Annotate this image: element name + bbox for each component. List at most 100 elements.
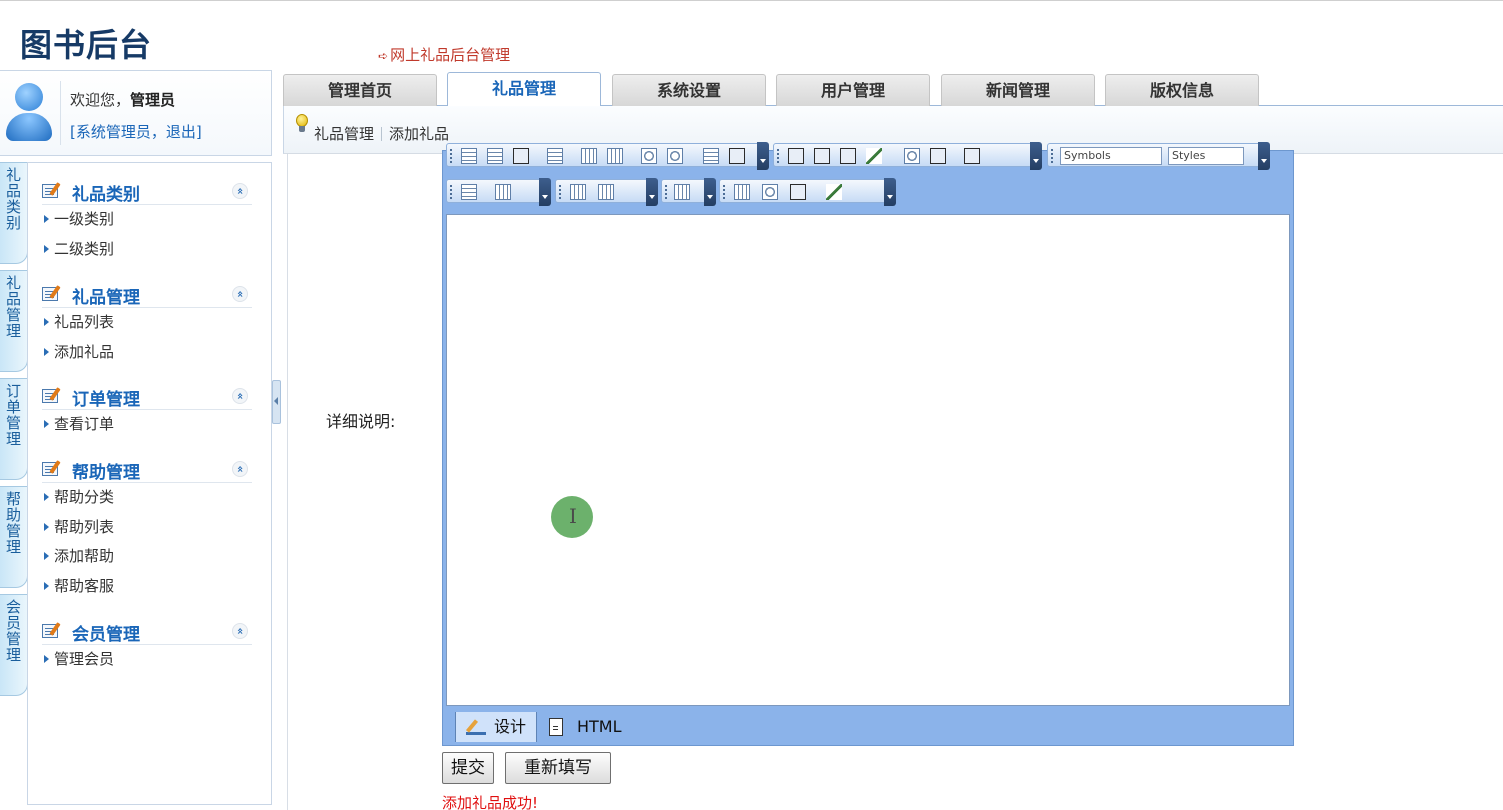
sidebar-item-level2-category[interactable]: 二级类别 [42, 235, 252, 265]
user-avatar-icon [6, 83, 52, 141]
menu-group-header[interactable]: 礼品类别 « [42, 175, 252, 205]
tab-user-management[interactable]: 用户管理 [776, 74, 930, 106]
insert-row-icon[interactable] [570, 184, 586, 200]
success-message: 添加礼品成功! [442, 794, 539, 810]
toolbar-overflow-icon[interactable] [1030, 142, 1042, 170]
cut-icon[interactable] [703, 148, 719, 164]
reset-button[interactable]: 重新填写 [505, 752, 611, 784]
notepad-edit-icon [42, 182, 62, 198]
preview-icon[interactable] [762, 184, 778, 200]
paste-text-icon[interactable] [814, 148, 830, 164]
main-tabs: 管理首页 礼品管理 系统设置 用户管理 新闻管理 版权信息 [283, 72, 1503, 107]
mouse-cursor-icon [551, 496, 593, 538]
paragraph-icon[interactable] [461, 184, 477, 200]
menu-group-title: 帮助管理 [72, 463, 140, 483]
vtab-member-management[interactable]: 会员管理 [0, 594, 28, 696]
toolbar-overflow-icon[interactable] [884, 178, 896, 206]
sidebar-item-view-orders[interactable]: 查看订单 [42, 410, 252, 440]
sidebar-item-add-help[interactable]: 添加帮助 [42, 542, 252, 572]
image-icon[interactable] [964, 148, 980, 164]
vtab-gift-category[interactable]: 礼品类别 [0, 162, 28, 264]
admin-page: 图书后台 ➪ 网上礼品后台管理 欢迎您，管理员 [系统管理员，退出] 管理首页 礼… [0, 0, 1503, 810]
tab-news-management[interactable]: 新闻管理 [941, 74, 1095, 106]
sidebar-item-help-list[interactable]: 帮助列表 [42, 513, 252, 543]
align-right-icon[interactable] [487, 148, 503, 164]
tab-copyright[interactable]: 版权信息 [1105, 74, 1259, 106]
menu-group-order-management: 订单管理 « 查看订单 [42, 380, 252, 440]
welcome-prefix: 欢迎您， [70, 91, 131, 109]
collapse-icon[interactable]: « [232, 286, 248, 302]
html-mode-tab[interactable]: HTML [539, 712, 639, 742]
delete-icon[interactable] [866, 148, 882, 164]
toolbar-group-format [446, 142, 769, 170]
spellcheck-icon[interactable] [826, 184, 842, 200]
copy-icon[interactable] [729, 148, 745, 164]
vtab-gift-management[interactable]: 礼品管理 [0, 270, 28, 372]
submit-button[interactable]: 提交 [442, 752, 494, 784]
toolbar-group-table [555, 178, 658, 206]
breadcrumb-item[interactable]: 礼品管理 [314, 125, 374, 143]
vertical-tabs: 礼品类别 礼品管理 订单管理 帮助管理 会员管理 [0, 162, 28, 702]
role-logout-link[interactable]: [系统管理员，退出] [70, 121, 202, 142]
menu-group-header[interactable]: 会员管理 « [42, 615, 252, 645]
list-icon[interactable] [547, 148, 563, 164]
unlink-icon[interactable] [667, 148, 683, 164]
menu-group-header[interactable]: 礼品管理 « [42, 278, 252, 308]
styles-dropdown[interactable]: Styles [1168, 147, 1244, 165]
outdent-icon[interactable] [581, 148, 597, 164]
sidebar-toggle-handle[interactable] [272, 380, 281, 424]
paste-word-icon[interactable] [840, 148, 856, 164]
insert-column-icon[interactable] [598, 184, 614, 200]
columns-icon[interactable] [674, 184, 690, 200]
tab-gift-management[interactable]: 礼品管理 [447, 72, 601, 107]
design-mode-tab[interactable]: 设计 [455, 712, 537, 742]
collapse-icon[interactable]: « [232, 388, 248, 404]
toolbar-overflow-icon[interactable] [757, 142, 769, 170]
sidebar-item-level1-category[interactable]: 一级类别 [42, 205, 252, 235]
tab-system-settings[interactable]: 系统设置 [612, 74, 766, 106]
notepad-edit-icon [42, 387, 62, 403]
paste-icon[interactable] [788, 148, 804, 164]
horizontal-rule-icon[interactable] [513, 148, 529, 164]
sidebar-item-help-support[interactable]: 帮助客服 [42, 572, 252, 602]
site-subtitle: ➪ 网上礼品后台管理 [378, 44, 510, 65]
detail-label: 详细说明: [326, 412, 396, 431]
tab-home[interactable]: 管理首页 [283, 74, 437, 106]
menu-group-header[interactable]: 帮助管理 « [42, 453, 252, 483]
vtab-label: 帮助管理 [5, 490, 21, 556]
link-icon[interactable] [641, 148, 657, 164]
toolbar-overflow-icon[interactable] [646, 178, 658, 206]
toolbar-group-paragraph [446, 178, 551, 206]
menu-group-header[interactable]: 订单管理 « [42, 380, 252, 410]
toolbar-overflow-icon[interactable] [1258, 142, 1270, 170]
collapse-icon[interactable]: « [232, 183, 248, 199]
fullscreen-icon[interactable] [790, 184, 806, 200]
vtab-label: 礼品管理 [5, 274, 21, 340]
redo-icon[interactable] [930, 148, 946, 164]
form-icon[interactable] [734, 184, 750, 200]
align-center-icon[interactable] [461, 148, 477, 164]
collapse-icon[interactable]: « [232, 461, 248, 477]
vtab-label: 订单管理 [5, 382, 21, 448]
menu-group-member-management: 会员管理 « 管理会员 [42, 615, 252, 675]
toolbar-overflow-icon[interactable] [539, 178, 551, 206]
table-icon[interactable] [495, 184, 511, 200]
sidebar-item-gift-list[interactable]: 礼品列表 [42, 308, 252, 338]
menu-group-title: 会员管理 [72, 625, 140, 645]
indent-icon[interactable] [607, 148, 623, 164]
sidebar-item-manage-members[interactable]: 管理会员 [42, 645, 252, 675]
content-divider [287, 154, 288, 810]
breadcrumb-separator [381, 127, 383, 141]
notepad-edit-icon [42, 285, 62, 301]
symbols-dropdown[interactable]: Symbols [1060, 147, 1162, 165]
toolbar-overflow-icon[interactable] [704, 178, 716, 206]
sidebar-menu: 礼品类别 « 一级类别 二级类别 礼品管理 « 礼品列表 添加礼品 订单管理 «… [27, 162, 272, 805]
vtab-help-management[interactable]: 帮助管理 [0, 486, 28, 588]
sidebar-item-help-category[interactable]: 帮助分类 [42, 483, 252, 513]
user-panel-divider [60, 81, 61, 145]
sidebar-item-add-gift[interactable]: 添加礼品 [42, 338, 252, 368]
editor-content-area[interactable] [446, 214, 1290, 706]
undo-icon[interactable] [904, 148, 920, 164]
vtab-order-management[interactable]: 订单管理 [0, 378, 28, 480]
collapse-icon[interactable]: « [232, 623, 248, 639]
